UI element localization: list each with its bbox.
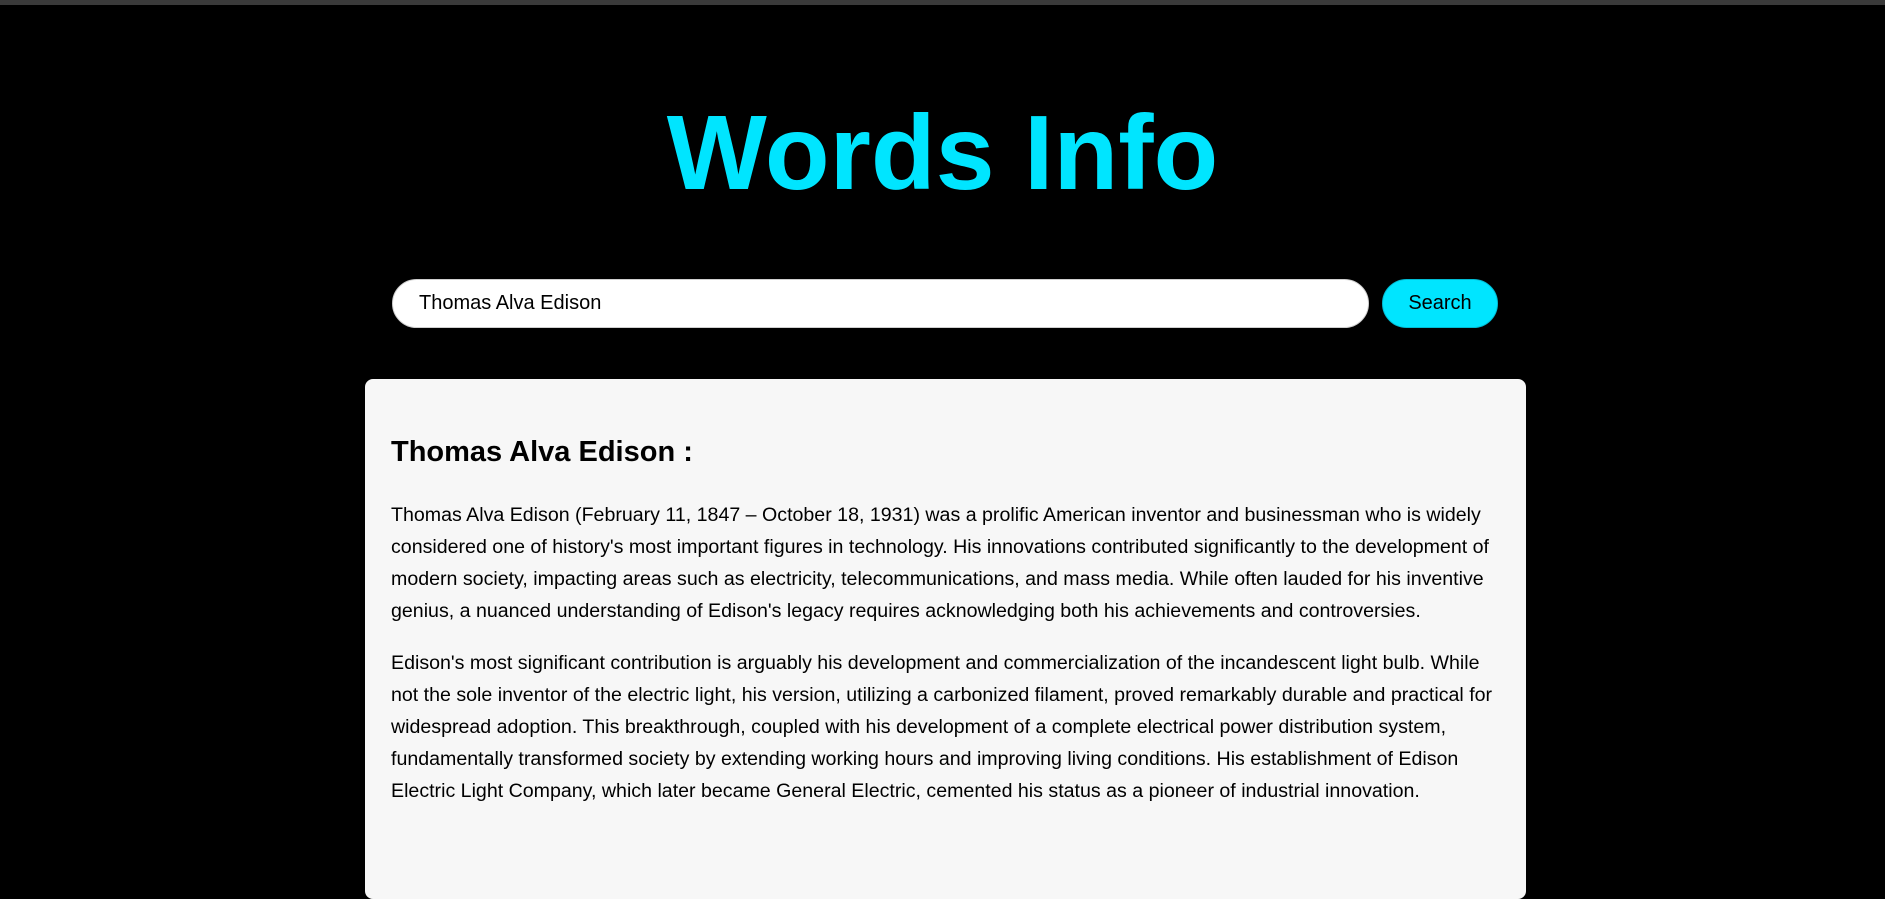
search-input[interactable] [392, 279, 1369, 328]
result-card: Thomas Alva Edison : Thomas Alva Edison … [365, 379, 1526, 899]
result-paragraph: Thomas Alva Edison (February 11, 1847 – … [391, 504, 1489, 622]
search-button[interactable]: Search [1382, 279, 1498, 328]
result-paragraph: Edison's most significant contribution i… [391, 652, 1493, 802]
result-heading: Thomas Alva Edison : [391, 436, 693, 468]
browser-top-strip [0, 0, 1885, 5]
page-title: Words Info [666, 94, 1219, 212]
